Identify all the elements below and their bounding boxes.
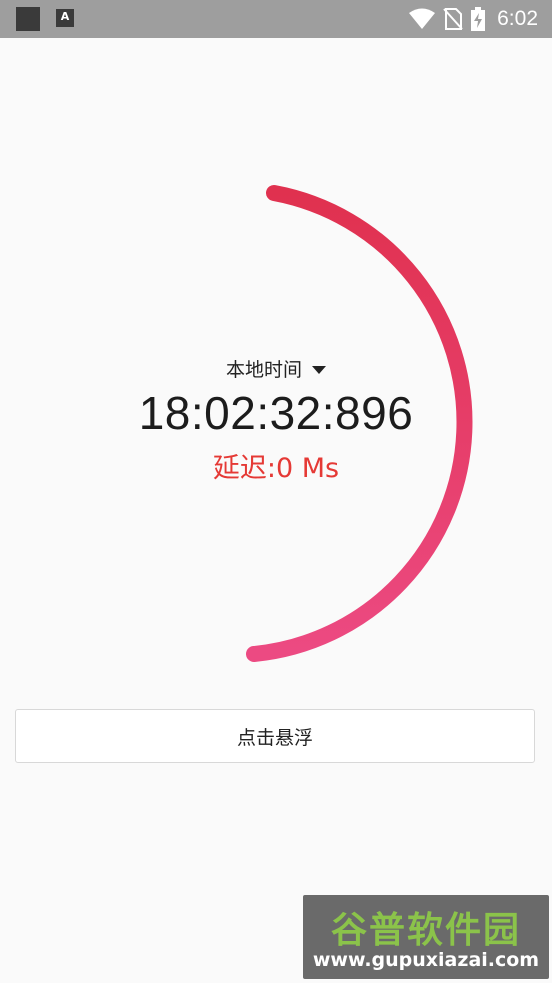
chevron-down-icon [312,365,326,374]
float-button[interactable]: 点击悬浮 [15,709,535,763]
watermark-url: www.gupuxiazai.com [312,949,540,971]
watermark-title: 谷普软件园 [330,910,521,951]
time-mode-label: 本地时间 [225,359,302,381]
clock-time: 18:02:32:896 [138,387,414,439]
progress-ring [246,185,473,662]
watermark-logo: 谷普软件园 www.gupuxiazai.com [303,895,549,979]
float-button-label: 点击悬浮 [236,726,313,749]
delay-text: 延迟:0 Ms [212,453,340,484]
time-mode-dropdown[interactable]: 本地时间 [226,355,326,382]
clock-area: 本地时间 18:02:32:896 延迟:0 Ms [0,355,552,485]
